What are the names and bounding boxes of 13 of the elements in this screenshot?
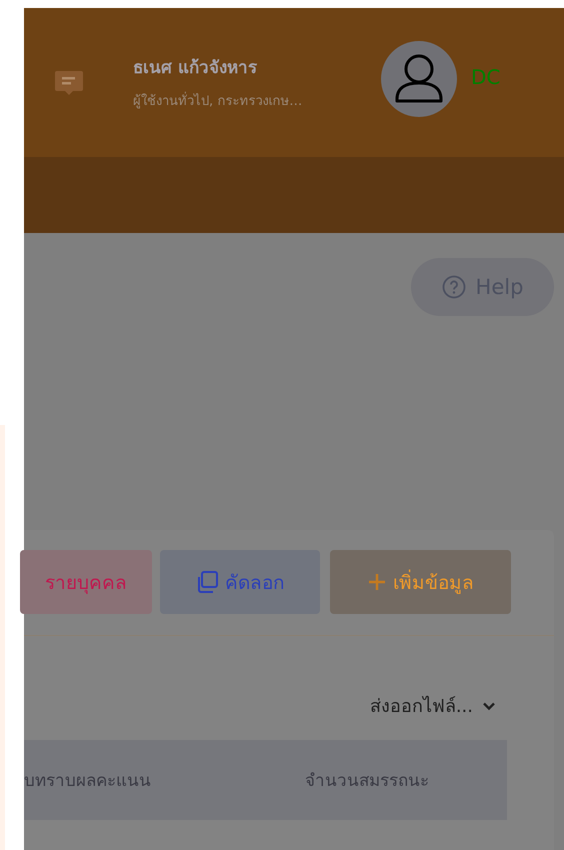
user-role: ผู้ใช้งานทั่วไป, กระทรวงเกษ…	[133, 90, 373, 111]
user-initials: DC	[471, 65, 500, 89]
action-button[interactable]: รายบุคคล	[20, 550, 152, 614]
column-header: จำนวนสมรรถนะ	[305, 770, 429, 793]
action-button[interactable]: คัดลอก	[160, 550, 320, 614]
help-icon	[442, 275, 466, 299]
copy-icon	[195, 570, 219, 594]
user-name: ธเนศ แก้วจังหาร	[133, 57, 258, 80]
column-header: บทราบผลคะแนน	[24, 770, 152, 793]
action-button[interactable]: เพิ่มข้อมูล	[330, 550, 511, 614]
plus-icon	[367, 572, 387, 592]
avatar-icon[interactable]	[381, 41, 457, 117]
export-dropdown[interactable]: ส่งออกไฟล์...	[370, 691, 497, 720]
